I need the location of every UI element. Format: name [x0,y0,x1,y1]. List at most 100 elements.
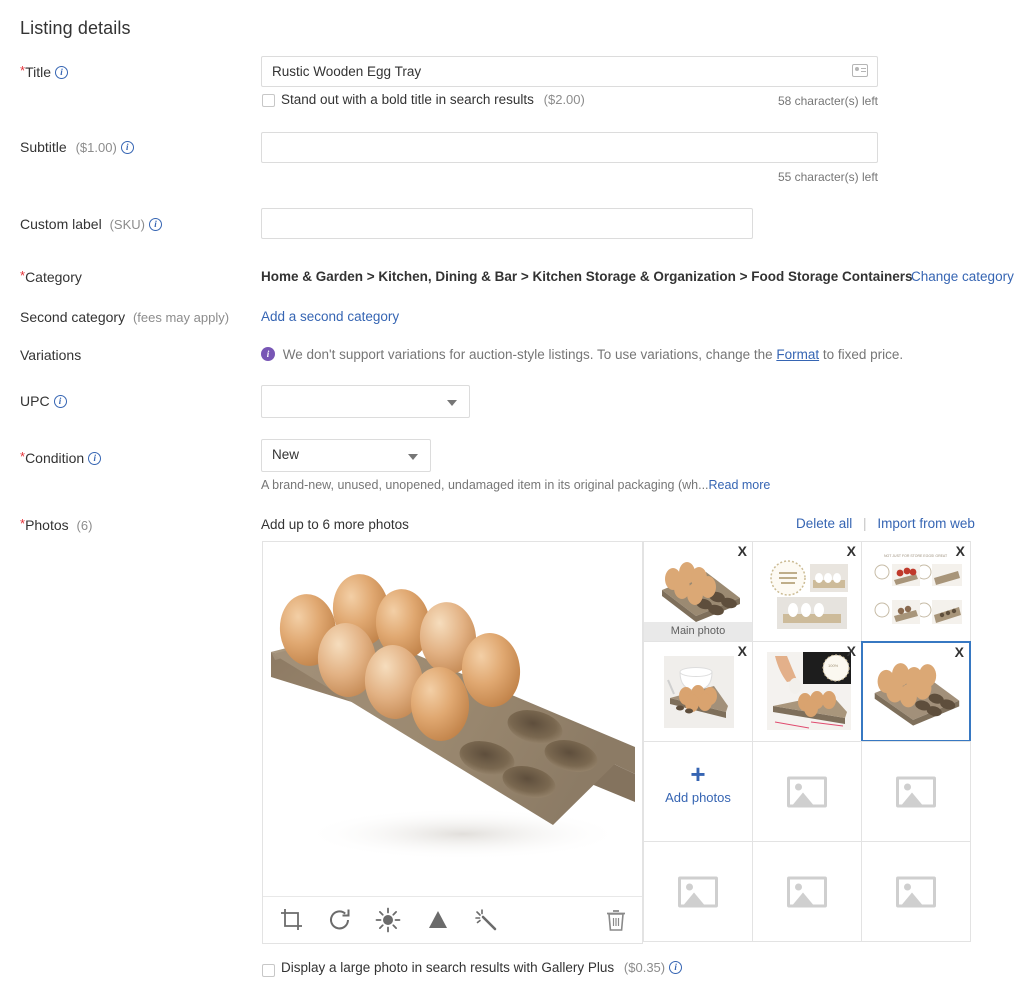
variations-note-after: to fixed price. [819,347,904,362]
condition-label: *Condition i [20,450,102,466]
thumbnail-cell-4[interactable]: X [643,641,753,742]
upc-label: UPC i [20,393,67,409]
main-photo-badge: Main photo [644,622,752,641]
info-icon[interactable]: i [148,217,162,231]
subtitle-chars-left: 55 character(s) left [777,170,878,184]
thumbnail-image-4 [644,642,752,741]
second-category-label: Second category (fees may apply) [20,309,229,325]
custom-label-input[interactable] [261,208,753,239]
thumbnail-cell-3[interactable]: X NOT JUST FOR STORE EGGS! GREAT [861,541,971,642]
add-second-category-link[interactable]: Add a second category [261,309,399,324]
id-card-icon[interactable] [852,64,868,77]
chevron-down-icon [447,400,457,406]
thumbnail-cell-2[interactable]: X [752,541,862,642]
import-from-web-link[interactable]: Import from web [877,516,975,531]
title-label: *Title i [20,64,68,80]
second-category-fee-note: (fees may apply) [132,310,230,325]
contrast-icon[interactable] [425,907,451,933]
remove-photo-button[interactable]: X [847,544,856,558]
title-chars-left: 58 character(s) left [777,94,878,108]
variations-label: Variations [20,347,82,363]
thumbnail-cell-6[interactable]: X [861,641,971,742]
change-category-link[interactable]: Change category [911,269,1014,284]
category-label-text: Category [25,269,82,285]
delete-all-link[interactable]: Delete all [796,516,852,531]
info-icon[interactable]: i [88,451,102,465]
upc-select[interactable] [261,385,470,418]
bold-title-checkbox[interactable] [262,94,275,107]
plus-icon: + [690,759,706,789]
gallery-plus-text: Display a large photo in search results … [281,960,615,975]
empty-photo-slot[interactable] [643,841,753,942]
subtitle-label: Subtitle ($1.00) i [20,139,134,155]
category-label: *Category [20,269,82,285]
page-title: Listing details [20,18,131,38]
listing-details-page: Listing details *Titlei Stand out with a… [0,0,1024,986]
variations-note: i We don't support variations for auctio… [261,347,903,362]
brightness-icon[interactable] [375,907,401,933]
bold-title-price: ($2.00) [543,92,585,107]
add-photos-cell[interactable]: + Add photos [643,741,753,842]
thumbnail-cell-5[interactable]: X 100% [752,641,862,742]
custom-label-label: Custom label (SKU) i [20,216,162,232]
condition-description-text: A brand-new, unused, unopened, undamaged… [261,478,709,492]
info-icon[interactable]: i [53,394,67,408]
upc-label-text: UPC [20,393,50,409]
info-icon[interactable]: i [55,65,68,79]
gallery-plus-checkbox[interactable] [262,964,275,977]
image-placeholder-icon [896,776,936,807]
condition-label-text: Condition [25,450,85,466]
photo-thumbnail-grid: X Main photo X X NOT JUST FOR STORE EGGS… [643,541,971,944]
gallery-plus-label: Display a large photo in search results … [281,960,683,975]
main-photo-preview[interactable] [262,541,643,944]
main-photo-image [263,542,642,896]
rotate-icon[interactable] [327,907,353,933]
second-category-label-text: Second category [20,309,126,325]
magic-wand-icon[interactable] [473,907,499,933]
info-icon[interactable]: i [120,140,134,154]
photos-area: X Main photo X X NOT JUST FOR STORE EGGS… [262,541,971,944]
gallery-plus-price: ($0.35) [623,960,666,975]
image-placeholder-icon [896,876,936,907]
bold-title-label: Stand out with a bold title in search re… [281,92,585,107]
subtitle-input[interactable] [261,132,878,163]
remove-photo-button[interactable]: X [847,644,856,658]
empty-photo-slot[interactable] [861,841,971,942]
image-placeholder-icon [678,876,718,907]
info-icon[interactable]: i [669,960,683,974]
condition-selected-value: New [272,447,300,462]
thumbnail-image-2 [753,542,861,641]
thumbnail-cell-1[interactable]: X Main photo [643,541,753,642]
photo-actions: Delete all | Import from web [796,516,975,531]
crop-icon[interactable] [279,907,305,933]
thumbnail-image-5: 100% [753,642,861,741]
separator: | [863,516,867,531]
image-placeholder-icon [787,876,827,907]
empty-photo-slot[interactable] [752,841,862,942]
subtitle-price: ($1.00) [75,140,117,155]
photos-label-text: Photos [25,517,69,533]
empty-photo-slot[interactable] [861,741,971,842]
title-input[interactable] [261,56,878,87]
empty-photo-slot[interactable] [752,741,862,842]
remove-photo-button[interactable]: X [956,544,965,558]
svg-text:NOT JUST FOR STORE EGGS! GREAT: NOT JUST FOR STORE EGGS! GREAT [884,554,948,558]
title-label-text: Title [25,64,51,80]
add-photos-label: Add photos [665,790,731,805]
info-filled-icon: i [261,347,275,362]
image-placeholder-icon [787,776,827,807]
remove-photo-button[interactable]: X [738,544,747,558]
bold-title-text: Stand out with a bold title in search re… [281,92,534,107]
read-more-link[interactable]: Read more [709,478,771,492]
thumbnail-image-6 [863,643,969,740]
condition-select[interactable]: New [261,439,431,472]
photos-hint: Add up to 6 more photos [261,517,409,532]
format-link[interactable]: Format [776,347,819,362]
remove-photo-button[interactable]: X [955,645,964,659]
wooden-egg-tray-illustration [263,542,642,896]
remove-photo-button[interactable]: X [738,644,747,658]
variations-note-before: We don't support variations for auction-… [282,347,777,362]
thumbnail-image-3: NOT JUST FOR STORE EGGS! GREAT [862,542,970,641]
condition-description: A brand-new, unused, unopened, undamaged… [261,478,770,492]
trash-icon[interactable] [603,907,629,933]
